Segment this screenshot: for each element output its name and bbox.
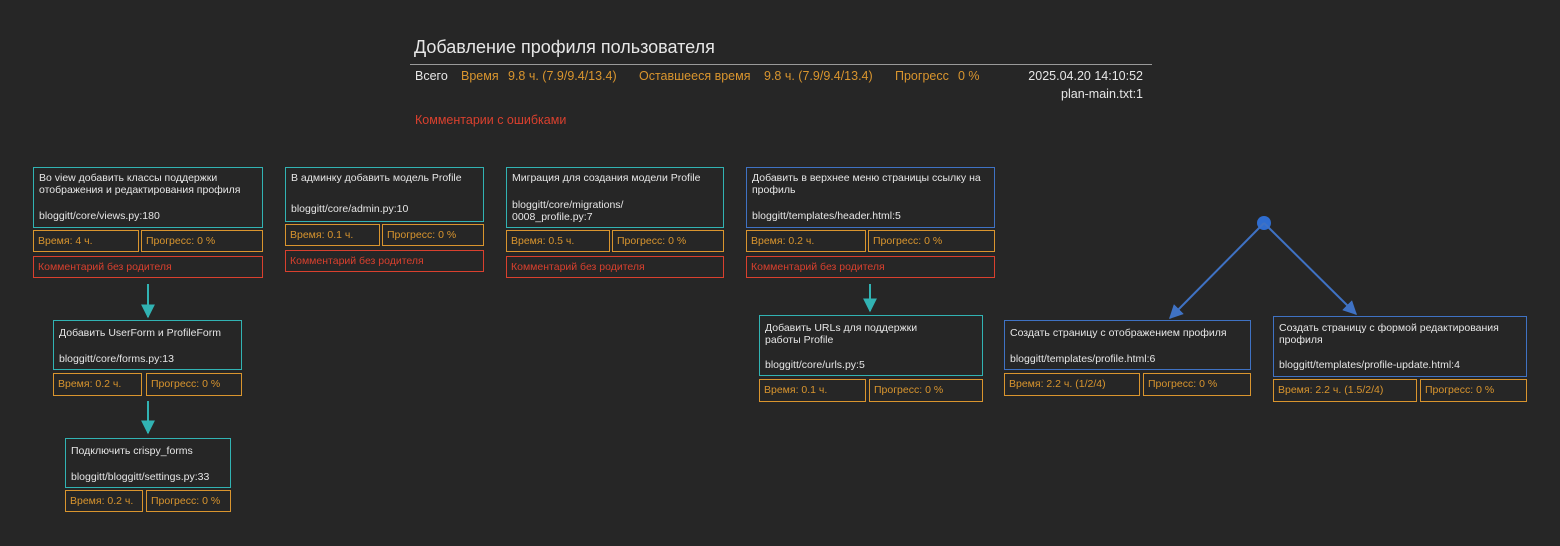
task-file: bloggitt/templates/profile.html:6 xyxy=(1010,353,1156,365)
task-progress: Прогресс: 0 % xyxy=(612,230,724,252)
task-time: Время: 4 ч. xyxy=(33,230,139,252)
task-file: bloggitt/core/admin.py:10 xyxy=(291,203,409,215)
task-title: Миграция для создания модели Profile xyxy=(512,172,701,184)
task-title: В админку добавить модель Profile xyxy=(291,172,462,184)
edge-junction-to-profile-update xyxy=(1263,222,1357,315)
task-title: Добавить UserForm и ProfileForm xyxy=(59,327,221,339)
task-progress: Прогресс: 0 % xyxy=(1420,379,1527,402)
task-progress: Прогресс: 0 % xyxy=(146,490,231,512)
task-time: Время: 0.1 ч. xyxy=(759,379,866,402)
task-comment[interactable]: Комментарий без родителя xyxy=(285,250,484,272)
task-progress: Прогресс: 0 % xyxy=(141,230,263,252)
task-box[interactable]: Добавить URLs для поддержки работы Profi… xyxy=(759,315,983,376)
task-file: bloggitt/bloggitt/settings.py:33 xyxy=(71,471,210,483)
task-file: bloggitt/templates/profile-update.html:4 xyxy=(1279,359,1460,371)
task-time: Время: 0.2 ч. xyxy=(53,373,142,396)
task-comment[interactable]: Комментарий без родителя xyxy=(506,256,724,278)
task-box[interactable]: Создать страницу с формой редактирования… xyxy=(1273,316,1527,377)
task-time: Время: 2.2 ч. (1.5/2/4) xyxy=(1273,379,1417,402)
task-comment[interactable]: Комментарий без родителя xyxy=(33,256,263,278)
task-time: Время: 0.5 ч. xyxy=(506,230,610,252)
task-time: Время: 0.1 ч. xyxy=(285,224,380,246)
task-time: Время: 2.2 ч. (1/2/4) xyxy=(1004,373,1140,396)
task-title: Подключить crispy_forms xyxy=(71,445,193,457)
task-file: bloggitt/core/urls.py:5 xyxy=(765,359,865,371)
task-file: bloggitt/core/migrations/ 0008_profile.p… xyxy=(512,199,624,223)
task-progress: Прогресс: 0 % xyxy=(382,224,484,246)
task-progress: Прогресс: 0 % xyxy=(146,373,242,396)
task-progress: Прогресс: 0 % xyxy=(869,379,983,402)
task-box[interactable]: Добавить UserForm и ProfileForm bloggitt… xyxy=(53,320,242,370)
task-time: Время: 0.2 ч. xyxy=(65,490,143,512)
task-comment[interactable]: Комментарий без родителя xyxy=(746,256,995,278)
task-box[interactable]: Создать страницу с отображением профиля … xyxy=(1004,320,1251,370)
task-progress: Прогресс: 0 % xyxy=(868,230,995,252)
task-file: bloggitt/core/forms.py:13 xyxy=(59,353,174,365)
task-box[interactable]: Во view добавить классы поддержки отобра… xyxy=(33,167,263,228)
task-box[interactable]: В админку добавить модель Profile bloggi… xyxy=(285,167,484,222)
edge-junction-to-profile xyxy=(1169,222,1265,319)
task-box[interactable]: Добавить в верхнее меню страницы ссылку … xyxy=(746,167,995,228)
task-progress: Прогресс: 0 % xyxy=(1143,373,1251,396)
task-title: Во view добавить классы поддержки отобра… xyxy=(39,172,241,196)
task-box[interactable]: Подключить crispy_forms bloggitt/bloggit… xyxy=(65,438,231,488)
task-time: Время: 0.2 ч. xyxy=(746,230,866,252)
task-file: bloggitt/templates/header.html:5 xyxy=(752,210,901,222)
task-file: bloggitt/core/views.py:180 xyxy=(39,210,160,222)
task-title: Создать страницу с отображением профиля xyxy=(1010,327,1227,339)
task-title: Добавить URLs для поддержки работы Profi… xyxy=(765,322,918,346)
task-title: Создать страницу с формой редактирования… xyxy=(1279,322,1499,346)
task-box[interactable]: Миграция для создания модели Profile blo… xyxy=(506,167,724,228)
task-title: Добавить в верхнее меню страницы ссылку … xyxy=(752,172,981,196)
